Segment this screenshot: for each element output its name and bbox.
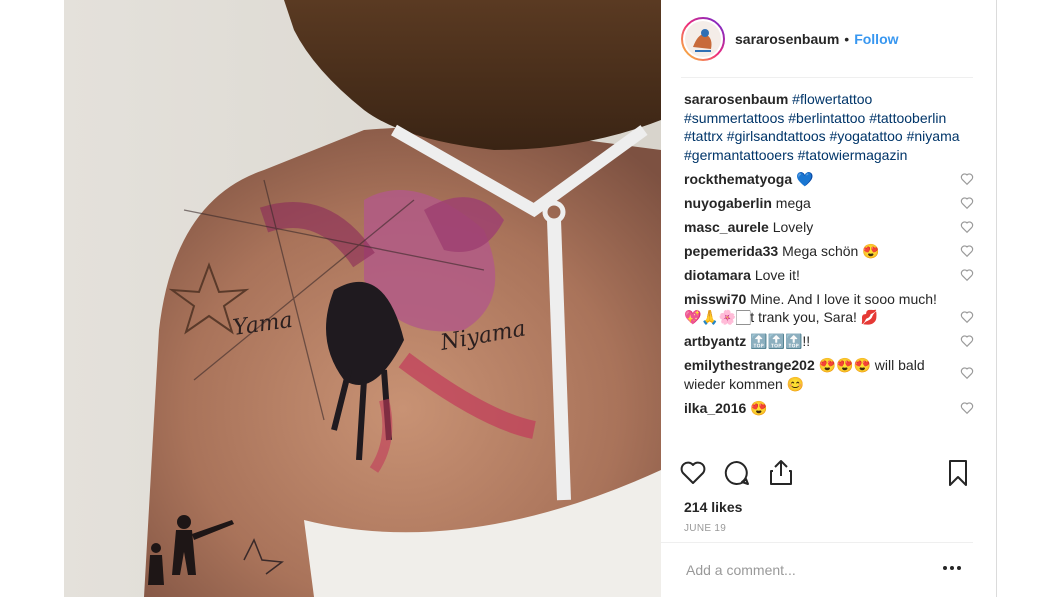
likes-count[interactable]: 214 likes bbox=[684, 499, 742, 515]
post-caption: sararosenbaum #flowertattoo #summertatto… bbox=[684, 90, 974, 164]
comment-like-heart-icon[interactable] bbox=[960, 334, 974, 348]
comment-text: Love it! bbox=[754, 266, 800, 283]
add-comment-bar bbox=[661, 542, 973, 598]
post-photo[interactable]: Yama Niyama bbox=[64, 0, 661, 597]
follow-button[interactable]: Follow bbox=[854, 31, 898, 47]
post-actions bbox=[678, 458, 976, 494]
comment-item: ilka_2016 😍 bbox=[684, 399, 974, 418]
comment-text: Mega schön 😍 bbox=[782, 242, 880, 259]
hashtag[interactable]: #germantattooers bbox=[684, 147, 794, 163]
comment-username[interactable]: pepemerida33 bbox=[684, 243, 778, 259]
comment-item: artbyantz 🔝🔝🔝!! bbox=[684, 332, 974, 351]
comment-like-heart-icon[interactable] bbox=[960, 196, 974, 210]
comment-username[interactable]: nuyogaberlin bbox=[684, 195, 772, 211]
caption-username[interactable]: sararosenbaum bbox=[684, 91, 788, 107]
hashtag[interactable]: #berlintattoo bbox=[788, 110, 865, 126]
hashtag[interactable]: #flowertattoo bbox=[792, 91, 872, 107]
hashtag[interactable]: #summertattoos bbox=[684, 110, 784, 126]
hashtag[interactable]: #tatowiermagazin bbox=[798, 147, 908, 163]
hashtag[interactable]: #tattooberlin bbox=[869, 110, 946, 126]
hashtag[interactable]: #tattrx bbox=[684, 128, 723, 144]
comment-item: masc_aurele Lovely bbox=[684, 218, 974, 237]
comment-text: 😍 bbox=[750, 399, 768, 416]
comment-item: diotamara Love it! bbox=[684, 266, 974, 285]
post-username[interactable]: sararosenbaum bbox=[735, 31, 839, 47]
comment-item: pepemerida33 Mega schön 😍 bbox=[684, 242, 974, 261]
separator-dot: • bbox=[844, 30, 850, 47]
comment-like-heart-icon[interactable] bbox=[960, 401, 974, 415]
speech-bubble-icon[interactable] bbox=[722, 458, 752, 488]
post-header: sararosenbaum • Follow bbox=[681, 0, 973, 78]
comment-item: nuyogaberlin mega bbox=[684, 194, 974, 213]
comment-like-heart-icon[interactable] bbox=[960, 172, 974, 186]
comment-like-heart-icon[interactable] bbox=[960, 310, 974, 324]
comment-item: rockthematyoga 💙 bbox=[684, 170, 974, 189]
comment-username[interactable]: masc_aurele bbox=[684, 219, 769, 235]
post-details-panel: sararosenbaum • Follow sararosenbaum #fl… bbox=[661, 0, 997, 597]
add-comment-input[interactable] bbox=[684, 561, 928, 579]
avatar[interactable] bbox=[681, 16, 725, 61]
hashtag[interactable]: #yogatattoo bbox=[830, 128, 903, 144]
post-date: JUNE 19 bbox=[684, 523, 727, 534]
hashtag[interactable]: #girlsandtattoos bbox=[727, 128, 826, 144]
comment-username[interactable]: ilka_2016 bbox=[684, 400, 746, 416]
comment-text: mega bbox=[775, 194, 811, 211]
comment-username[interactable]: rockthematyoga bbox=[684, 171, 792, 187]
comment-username[interactable]: diotamara bbox=[684, 267, 751, 283]
comment-item: misswi70 Mine. And I love it sooo much! … bbox=[684, 290, 974, 327]
comment-like-heart-icon[interactable] bbox=[960, 268, 974, 282]
comment-like-heart-icon[interactable] bbox=[960, 244, 974, 258]
share-icon[interactable] bbox=[766, 458, 796, 488]
comment-text: 💙 bbox=[796, 170, 814, 187]
tattoo-photo-illustration: Yama Niyama bbox=[64, 0, 661, 597]
comment-like-heart-icon[interactable] bbox=[960, 220, 974, 234]
comment-like-heart-icon[interactable] bbox=[960, 366, 974, 380]
comments-list: sararosenbaum #flowertattoo #summertatto… bbox=[684, 90, 974, 417]
comment-username[interactable]: artbyantz bbox=[684, 333, 746, 349]
hashtag[interactable]: #niyama bbox=[907, 128, 960, 144]
comment-username[interactable]: misswi70 bbox=[684, 291, 746, 307]
comment-item: emilythestrange202 😍😍😍 will bald wieder … bbox=[684, 356, 974, 393]
bookmark-icon[interactable] bbox=[943, 458, 973, 488]
ellipsis-icon[interactable] bbox=[942, 563, 962, 573]
comment-username[interactable]: emilythestrange202 bbox=[684, 357, 815, 373]
comment-text: Lovely bbox=[772, 218, 814, 235]
comment-text: 🔝🔝🔝!! bbox=[750, 333, 811, 349]
heart-icon[interactable] bbox=[678, 458, 708, 488]
